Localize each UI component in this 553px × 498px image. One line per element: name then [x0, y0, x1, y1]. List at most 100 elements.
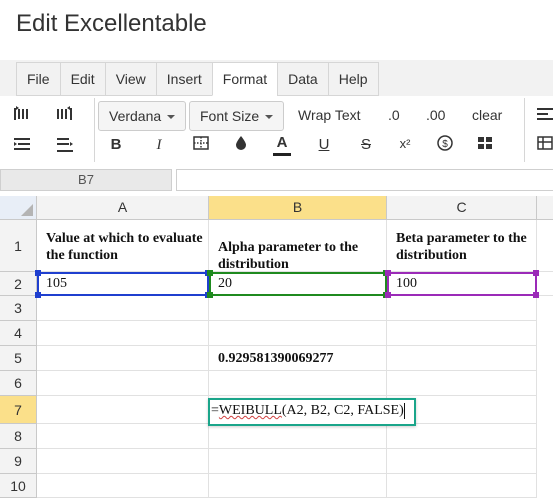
toolbar: Verdana Font Size Wrap Text .0 .00 clear… [0, 96, 553, 166]
cell-b9[interactable] [209, 449, 387, 474]
column-header-a[interactable]: A [37, 196, 209, 220]
row-header-9[interactable]: 9 [0, 449, 37, 474]
cell-c2-text: 100 [396, 276, 417, 291]
font-color-swatch [273, 153, 291, 156]
cell-a10[interactable] [37, 474, 209, 498]
cell-b8[interactable] [209, 424, 387, 449]
cell-c2[interactable]: 100 [387, 272, 537, 296]
cell-b5-text: 0.929581390069277 [218, 351, 334, 366]
row-header-4[interactable]: 4 [0, 321, 37, 346]
row-header-7[interactable]: 7 [0, 396, 37, 424]
select-all-corner[interactable] [0, 196, 37, 220]
font-family-dropdown[interactable]: Verdana [98, 101, 187, 131]
align-bottom-icon[interactable] [54, 135, 76, 157]
chevron-down-icon [167, 115, 176, 120]
formula-bar: B7 [0, 168, 553, 194]
font-family-label: Verdana [109, 108, 162, 124]
cell-a8[interactable] [37, 424, 209, 449]
strikethrough-button[interactable]: S [355, 134, 377, 156]
align-top-icon[interactable] [11, 135, 33, 157]
menu-tab-format[interactable]: Format [211, 62, 278, 96]
italic-button[interactable]: I [148, 134, 170, 156]
cell-d2[interactable] [537, 272, 553, 296]
cell-a4[interactable] [37, 321, 209, 346]
underline-button[interactable]: U [313, 134, 335, 156]
app-title: Edit Excellentable [16, 10, 207, 37]
cell-b4[interactable] [209, 321, 387, 346]
font-color-label: A [276, 134, 288, 151]
formula-arguments: (A2, B2, C2, FALSE) [281, 403, 404, 418]
align-left-icon[interactable] [534, 104, 553, 126]
menu-tab-help[interactable]: Help [327, 62, 379, 96]
cell-formula-editor[interactable]: =WEIBULL(A2, B2, C2, FALSE) [208, 398, 416, 426]
clear-button[interactable]: clear [472, 107, 502, 123]
cell-d1[interactable] [537, 220, 553, 272]
row-header-3[interactable]: 3 [0, 296, 37, 321]
cell-c6[interactable] [387, 371, 537, 396]
spreadsheet-grid: A B C 1 2 3 4 5 6 7 8 9 10 Value at whic… [0, 196, 553, 498]
menu-tabs: File Edit View Insert Format Data Help [16, 62, 379, 96]
menu-tab-edit[interactable]: Edit [59, 62, 105, 96]
font-color-button[interactable]: A [271, 132, 293, 156]
chevron-down-icon [265, 115, 274, 120]
decimal-two-button[interactable]: .00 [426, 107, 445, 123]
row-header-8[interactable]: 8 [0, 424, 37, 449]
bold-button[interactable]: B [105, 134, 127, 156]
cell-a2-text: 105 [46, 276, 67, 291]
row-header-10[interactable]: 10 [0, 474, 37, 498]
menu-tab-view[interactable]: View [104, 62, 156, 96]
menu-tab-data[interactable]: Data [277, 62, 328, 96]
cell-reference-box[interactable]: B7 [0, 169, 172, 191]
cell-b2[interactable]: 20 [209, 272, 387, 296]
row-header-2[interactable]: 2 [0, 272, 37, 296]
row-header-1[interactable]: 1 [0, 220, 37, 272]
cell-a6[interactable] [37, 371, 209, 396]
corner-triangle-icon [21, 204, 33, 216]
formula-input[interactable] [176, 169, 553, 191]
currency-icon[interactable]: $ [434, 134, 456, 156]
font-size-label: Font Size [200, 108, 260, 124]
borders-icon[interactable] [190, 134, 212, 156]
column-header-c[interactable]: C [387, 196, 537, 220]
cell-a1-text: Value at which to evaluate the function [46, 231, 203, 263]
indent-decrease-icon[interactable] [54, 104, 76, 126]
cell-a3[interactable] [37, 296, 209, 321]
cell-c9[interactable] [387, 449, 537, 474]
toolbar-divider [94, 98, 95, 162]
cell-a2[interactable]: 105 [37, 272, 209, 296]
cell-b1-text: Alpha parameter to the distribution [218, 240, 359, 272]
decimal-one-button[interactable]: .0 [388, 107, 400, 123]
cell-c1[interactable]: Beta parameter to the distribution [387, 220, 537, 272]
row-header-6[interactable]: 6 [0, 371, 37, 396]
cell-c3[interactable] [387, 296, 537, 321]
row-header-5[interactable]: 5 [0, 346, 37, 371]
column-header-b[interactable]: B [209, 196, 387, 220]
superscript-button[interactable]: x² [394, 133, 416, 155]
cell-b6[interactable] [209, 371, 387, 396]
cell-b3[interactable] [209, 296, 387, 321]
wrap-text-button[interactable]: Wrap Text [298, 107, 361, 123]
cell-a5[interactable] [37, 346, 209, 371]
formula-function-name: WEIBULL [218, 403, 282, 418]
cell-c8[interactable] [387, 424, 537, 449]
cell-a7[interactable] [37, 396, 209, 424]
svg-text:$: $ [442, 139, 448, 150]
cell-c5[interactable] [387, 346, 537, 371]
cell-c10[interactable] [387, 474, 537, 498]
cell-b5[interactable]: 0.929581390069277 [209, 346, 387, 371]
cell-b1[interactable]: Alpha parameter to the distribution [209, 220, 387, 272]
cell-a1[interactable]: Value at which to evaluate the function [37, 220, 209, 272]
cell-b10[interactable] [209, 474, 387, 498]
table-icon[interactable] [534, 134, 553, 156]
cell-a9[interactable] [37, 449, 209, 474]
menu-tab-file[interactable]: File [16, 62, 60, 96]
font-size-dropdown[interactable]: Font Size [189, 101, 285, 131]
formula-equals: = [211, 403, 219, 418]
cell-b2-text: 20 [218, 276, 232, 291]
column-header-d[interactable] [537, 196, 553, 220]
indent-increase-icon[interactable] [11, 104, 33, 126]
merge-cells-icon[interactable] [474, 134, 496, 156]
fill-color-icon[interactable] [230, 134, 252, 156]
cell-c4[interactable] [387, 321, 537, 346]
menu-tab-insert[interactable]: Insert [155, 62, 212, 96]
